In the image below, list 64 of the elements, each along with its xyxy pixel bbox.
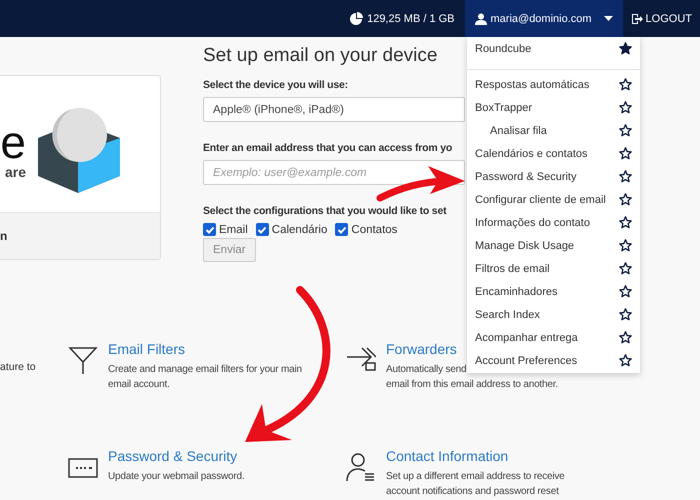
feature-link[interactable]: Contact Information bbox=[386, 448, 508, 464]
star-outline-icon[interactable] bbox=[619, 101, 632, 114]
star-outline-icon[interactable] bbox=[619, 262, 632, 275]
star-outline-icon[interactable] bbox=[619, 285, 632, 298]
menu-item[interactable]: Search Index bbox=[475, 308, 540, 320]
star-outline-icon[interactable] bbox=[619, 331, 632, 344]
disk-usage: 129,25 MB / 1 GB bbox=[367, 12, 455, 24]
section-title: Set up email on your device bbox=[203, 45, 438, 67]
menu-item[interactable]: Roundcube bbox=[475, 42, 532, 54]
menu-item[interactable]: Manage Disk Usage bbox=[475, 240, 574, 252]
caret-icon bbox=[604, 16, 613, 21]
logo-subtitle: are bbox=[4, 164, 26, 180]
star-outline-icon[interactable] bbox=[619, 239, 632, 252]
star-outline-icon[interactable] bbox=[619, 78, 632, 91]
menu-item[interactable]: Filtros de email bbox=[475, 262, 550, 274]
checkbox-option[interactable]: Calendário bbox=[256, 223, 328, 236]
field-label: Select the configurations that you would like to set bbox=[203, 205, 446, 217]
menu-item[interactable]: Informações do contato bbox=[475, 216, 590, 228]
description-text: email from this email address to another. bbox=[386, 378, 558, 392]
logo-text: e bbox=[0, 120, 26, 164]
menu-item[interactable]: Configurar cliente de email bbox=[475, 194, 606, 206]
description-text: ature to bbox=[0, 361, 36, 373]
device-select[interactable]: Apple® (iPhone®, iPad®) bbox=[203, 97, 465, 122]
funnel-icon bbox=[68, 345, 98, 375]
feature-link[interactable]: Password & Security bbox=[108, 448, 238, 464]
star-outline-icon[interactable] bbox=[619, 170, 632, 183]
menu-item[interactable]: Account Preferences bbox=[475, 354, 578, 366]
description-text: Update your webmail password. bbox=[108, 470, 244, 484]
description-text: Create and manage email filters for your main bbox=[108, 363, 302, 377]
menu-item[interactable]: Password & Security bbox=[475, 170, 576, 182]
roundcube-logo-icon bbox=[36, 107, 122, 193]
menu-item[interactable]: Calendários e contatos bbox=[475, 148, 588, 160]
menu-item[interactable]: Analisar fila bbox=[475, 124, 547, 136]
description-text: email account. bbox=[108, 378, 170, 392]
pie-chart-icon bbox=[349, 12, 364, 26]
description-text: account notifications and password reset bbox=[386, 485, 559, 499]
checkbox-option[interactable]: Contatos bbox=[335, 223, 398, 236]
menu-item[interactable]: Respostas automáticas bbox=[475, 78, 590, 90]
filled-star-icon[interactable] bbox=[619, 42, 632, 55]
person-list-icon bbox=[346, 452, 376, 482]
feature-link[interactable]: Email Filters bbox=[108, 341, 186, 357]
card-footer-text: n bbox=[0, 229, 8, 243]
menu-item[interactable]: Encaminhadores bbox=[475, 286, 558, 298]
field-label: Enter an email address that you can access from yo bbox=[203, 142, 452, 154]
user-icon bbox=[474, 12, 487, 24]
user-menu-button[interactable]: maria@dominio.com bbox=[464, 0, 623, 37]
checkbox[interactable] bbox=[335, 223, 348, 236]
star-outline-icon[interactable] bbox=[619, 147, 632, 160]
description-text: Set up a different email address to receive bbox=[386, 470, 565, 484]
field-label: Select the device you will use: bbox=[203, 79, 348, 91]
star-outline-icon[interactable] bbox=[619, 308, 632, 321]
checkbox[interactable] bbox=[203, 223, 216, 236]
checkbox-option[interactable]: Email bbox=[203, 223, 248, 236]
star-outline-icon[interactable] bbox=[619, 216, 632, 229]
star-outline-icon[interactable] bbox=[619, 354, 632, 367]
menu-item[interactable]: Acompanhar entrega bbox=[475, 332, 578, 344]
star-outline-icon[interactable] bbox=[619, 124, 632, 137]
description-text: Automatically send bbox=[386, 363, 466, 377]
feature-link[interactable]: Forwarders bbox=[386, 341, 457, 357]
star-outline-icon[interactable] bbox=[619, 193, 632, 206]
email-input[interactable]: Exemplo: user@example.com bbox=[203, 160, 465, 185]
menu-item[interactable]: BoxTrapper bbox=[475, 102, 532, 114]
checkbox[interactable] bbox=[256, 223, 269, 236]
logout-icon bbox=[630, 12, 643, 24]
